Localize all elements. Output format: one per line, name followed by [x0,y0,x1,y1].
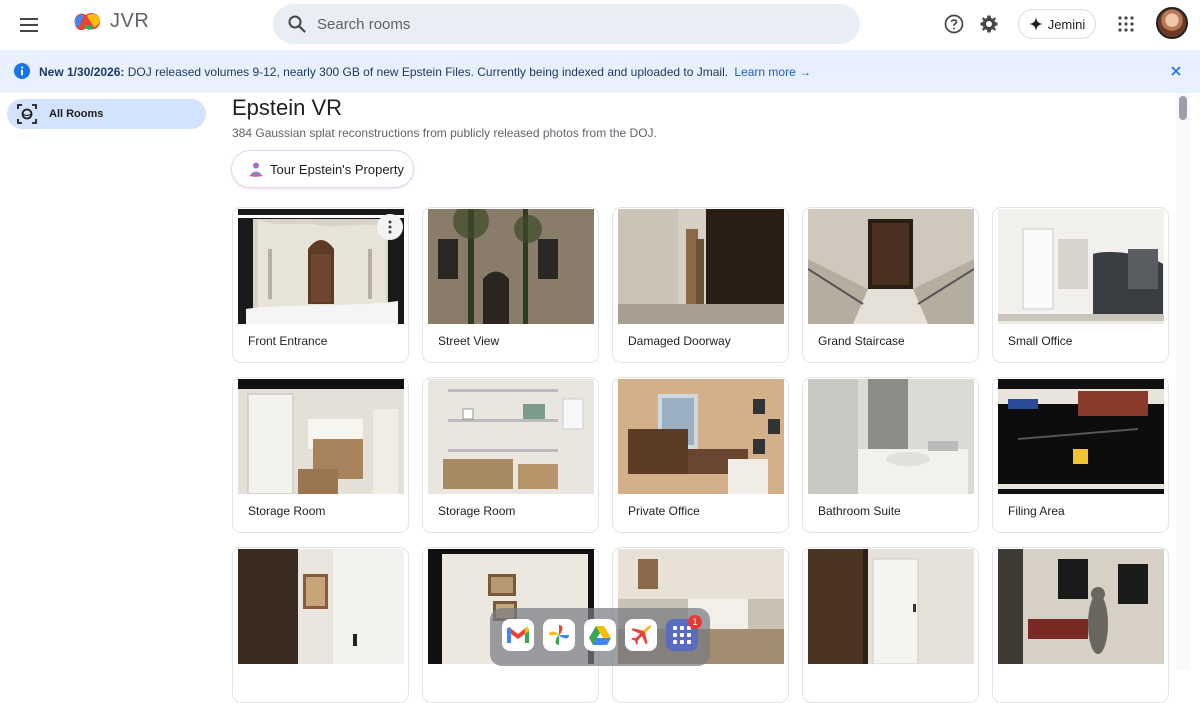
room-thumbnail [808,379,974,494]
banner-message: DOJ released volumes 9-12, nearly 300 GB… [127,65,729,79]
dock-flights[interactable] [625,619,657,651]
dock-drive[interactable] [584,619,616,651]
sparkle-icon [1028,17,1043,31]
search-input[interactable] [317,15,817,33]
page-title: Epstein VR [232,95,343,120]
scrollbar[interactable] [1176,93,1190,670]
scrollbar-thumb[interactable] [1179,96,1187,120]
all-rooms-icon [17,104,37,124]
flights-icon [631,625,651,645]
search-bar[interactable] [273,4,860,44]
room-thumbnail [238,379,404,494]
room-card[interactable]: Damaged Doorway [612,207,789,363]
room-card[interactable]: Grand Staircase [802,207,979,363]
app-dock [490,608,710,666]
more-options-button[interactable] [377,214,403,240]
room-thumbnail [428,209,594,324]
room-thumbnail [808,549,974,664]
gear-icon [980,15,998,33]
page-subtitle: 384 Gaussian splat reconstructions from … [232,126,657,140]
room-card[interactable]: Small Office [992,207,1169,363]
room-card-label: Damaged Doorway [628,334,731,348]
room-thumbnail [998,549,1164,664]
help-button[interactable] [940,10,968,38]
tour-button-label: Tour Epstein's Property [270,161,404,177]
jemini-label: Jemini [1047,16,1086,32]
room-card-label: Front Entrance [248,334,328,348]
room-card[interactable]: Filing Area [992,377,1169,533]
app-name: JVR [110,9,150,32]
app-grid-icon [673,626,691,644]
room-card[interactable]: Bathroom Suite [802,377,979,533]
sidebar-item-all-rooms[interactable]: All Rooms [7,99,206,129]
room-card-label: Small Office [1008,334,1073,348]
notification-badge: 1 [688,615,702,629]
banner-close-button[interactable] [1168,63,1184,79]
room-card-label: Filing Area [1008,504,1065,518]
tour-property-button[interactable]: Tour Epstein's Property [232,151,413,187]
sidebar-item-label: All Rooms [49,108,104,120]
dock-mail[interactable] [502,619,534,651]
learn-more-link[interactable]: Learn more → [734,65,811,79]
avatar[interactable] [1156,7,1188,39]
jemini-button[interactable]: Jemini [1018,9,1096,39]
search-icon [285,12,309,36]
room-card[interactable] [802,547,979,703]
mail-icon [507,627,529,643]
room-card-label: Bathroom Suite [818,504,901,518]
banner-prefix: New 1/30/2026: [39,65,125,79]
banner-text: New 1/30/2026: DOJ released volumes 9-12… [39,65,811,79]
dock-photos[interactable] [543,619,575,651]
logo-icon [74,12,101,31]
help-icon [944,14,964,34]
room-card-label: Street View [438,334,500,348]
room-card-label: Storage Room [438,504,516,518]
app-logo[interactable]: JVR [72,8,149,34]
room-thumbnail [998,379,1164,494]
top-bar: JVR Jemini [0,0,1200,50]
room-card[interactable]: Storage Room [422,377,599,533]
room-card-label: Private Office [628,504,700,518]
room-thumbnail [998,209,1164,324]
more-vert-icon [388,220,392,234]
room-thumbnail [428,379,594,494]
settings-button[interactable] [975,10,1003,38]
menu-button[interactable] [14,9,46,41]
room-card[interactable]: Private Office [612,377,789,533]
room-card[interactable] [992,547,1169,703]
room-card[interactable] [232,547,409,703]
drive-icon [589,626,611,645]
room-thumbnail [618,379,784,494]
room-card-label: Storage Room [248,504,326,518]
info-icon [14,63,30,79]
room-card[interactable]: Front Entrance [232,207,409,363]
apps-grid-icon [1118,16,1134,32]
room-card-label: Grand Staircase [818,334,905,348]
room-thumbnail [808,209,974,324]
close-icon [1171,66,1181,76]
announcement-banner: New 1/30/2026: DOJ released volumes 9-12… [0,50,1200,93]
room-card[interactable]: Street View [422,207,599,363]
person-icon [249,162,263,177]
photos-icon [549,625,569,645]
apps-button[interactable] [1112,10,1140,38]
room-thumbnail [618,209,784,324]
room-thumbnail [238,549,404,664]
hamburger-icon [20,18,38,32]
room-card[interactable]: Storage Room [232,377,409,533]
